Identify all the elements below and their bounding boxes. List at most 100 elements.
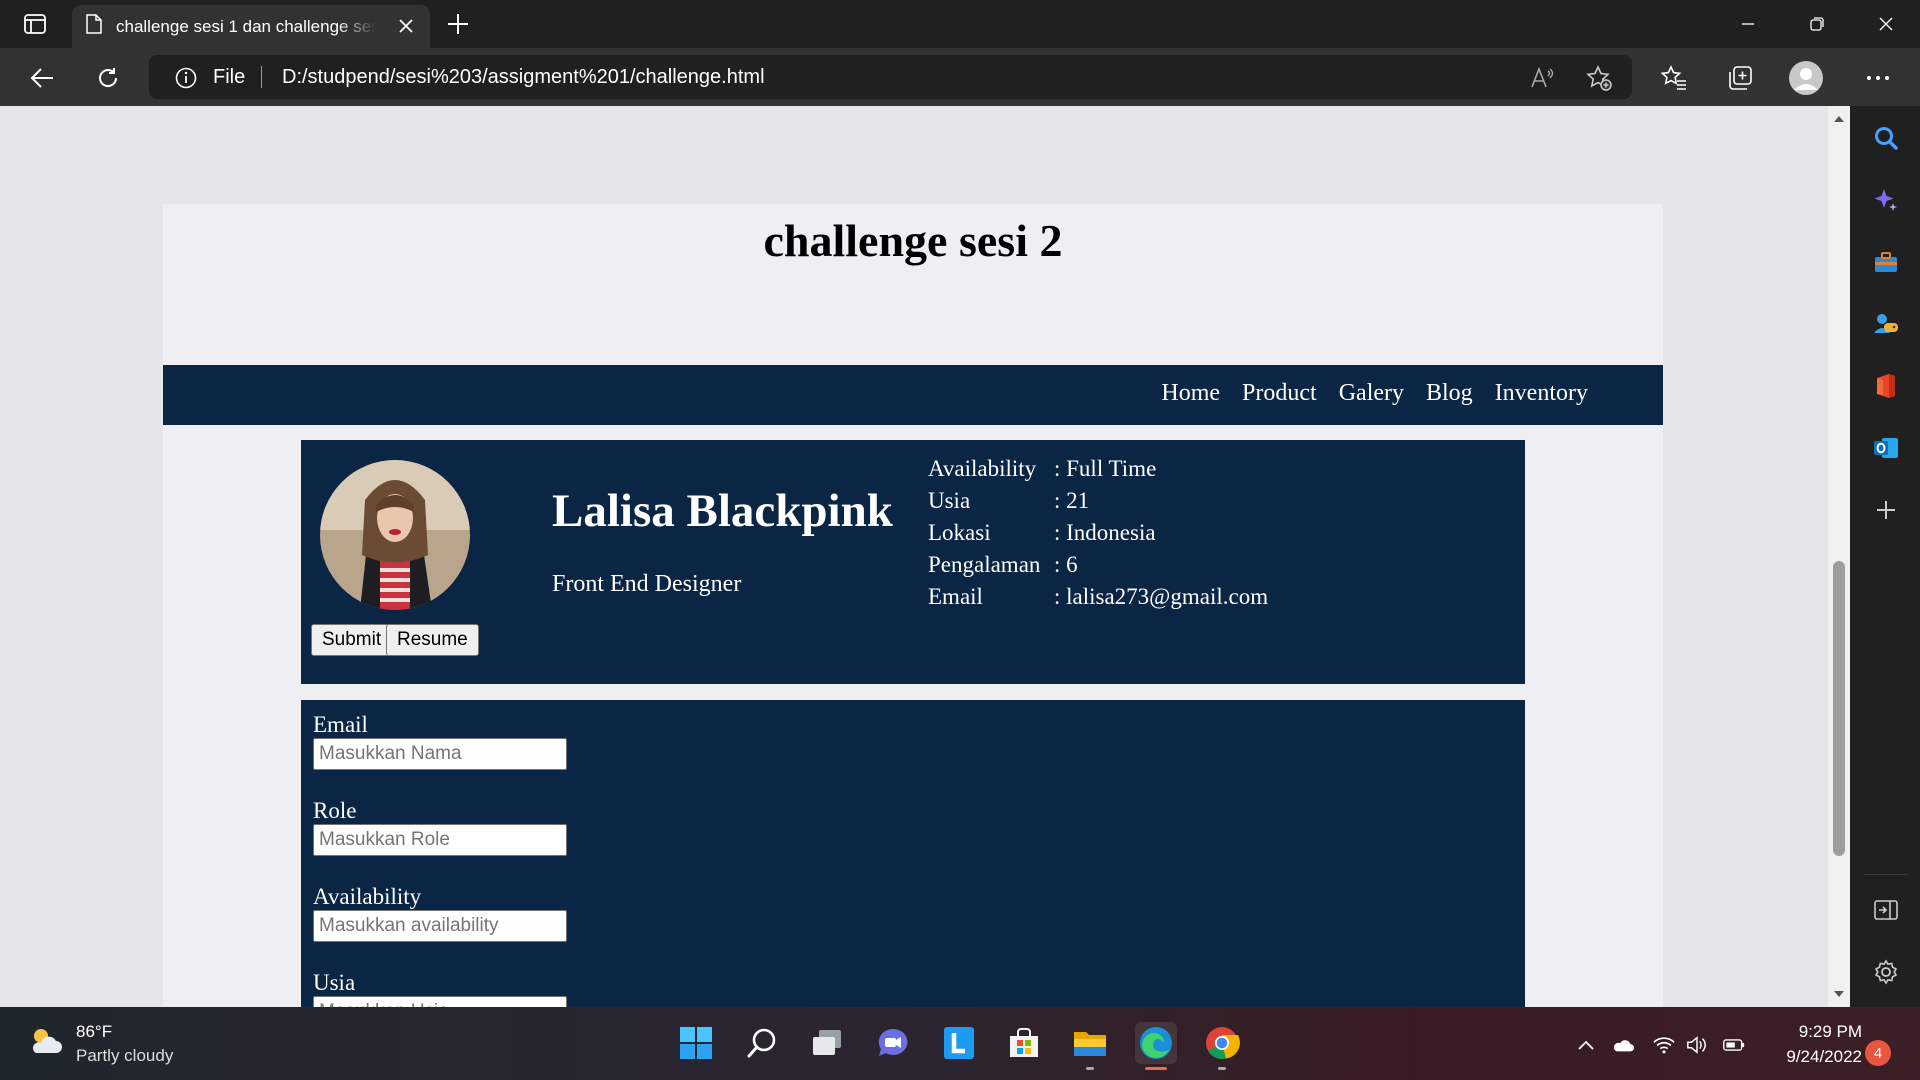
info-label: Usia <box>928 488 971 513</box>
running-indicator <box>1218 1067 1226 1070</box>
launcher-l-app-icon[interactable] <box>938 1022 980 1064</box>
info-value: : 21 <box>1054 488 1090 513</box>
browser-tab[interactable]: challenge sesi 1 dan challenge sesi 2 <box>72 5 430 48</box>
wifi-icon[interactable] <box>1653 1034 1675 1056</box>
form-card: Email Role Availability Usia <box>301 700 1525 1007</box>
settings-gear-icon[interactable] <box>1872 958 1900 986</box>
office-icon[interactable] <box>1872 372 1900 400</box>
microsoft-store-icon[interactable] <box>1003 1022 1045 1064</box>
clock-time[interactable]: 9:29 PM <box>1799 1022 1862 1042</box>
close-window-icon[interactable] <box>1851 0 1920 48</box>
collections-icon[interactable] <box>1722 60 1758 96</box>
address-bar[interactable]: File D:/studpend/sesi%203/assigment%201/… <box>149 55 1632 99</box>
info-value: : 6 <box>1054 552 1078 577</box>
edge-browser-icon[interactable] <box>1135 1022 1177 1070</box>
battery-icon[interactable] <box>1723 1034 1745 1056</box>
info-label: Pengalaman <box>928 552 1041 577</box>
minimize-icon[interactable] <box>1713 0 1782 48</box>
usia-field-group: Usia <box>313 970 567 1007</box>
new-tab-icon[interactable] <box>444 10 472 38</box>
info-label: Availability <box>928 456 1037 481</box>
usia-label: Usia <box>313 970 356 995</box>
discover-icon[interactable] <box>1872 186 1900 214</box>
weather-description: Partly cloudy <box>76 1046 174 1065</box>
nav-product[interactable]: Product <box>1242 380 1317 407</box>
games-icon[interactable] <box>1872 310 1900 338</box>
profile-role: Front End Designer <box>552 571 742 597</box>
scroll-down-icon[interactable] <box>1833 989 1845 999</box>
active-app-indicator <box>1145 1067 1167 1070</box>
notification-badge[interactable]: 4 <box>1865 1040 1891 1066</box>
address-url[interactable]: D:/studpend/sesi%203/assigment%201/chall… <box>282 66 765 89</box>
navbar: Home Product Galery Blog Inventory <box>163 365 1663 425</box>
clock-date[interactable]: 9/24/2022 <box>1786 1047 1862 1067</box>
restore-icon[interactable] <box>1782 0 1851 48</box>
running-indicator <box>1086 1067 1094 1070</box>
usia-field[interactable] <box>313 996 567 1007</box>
add-favorite-icon[interactable] <box>1584 63 1614 93</box>
profile-info-table: Availability: Full Time Usia: 21 Lokasi:… <box>928 454 1268 614</box>
scroll-up-icon[interactable] <box>1833 114 1845 124</box>
nav-home[interactable]: Home <box>1161 380 1220 407</box>
search-taskbar-icon[interactable] <box>741 1022 783 1064</box>
info-row: Usia : 21 <box>928 486 1268 518</box>
sidebar-divider <box>1864 874 1908 875</box>
role-field[interactable] <box>313 824 567 856</box>
availability-field-group: Availability <box>313 884 567 942</box>
info-label: Email <box>928 584 983 609</box>
teams-chat-icon[interactable] <box>872 1022 914 1064</box>
partly-cloudy-icon[interactable] <box>28 1025 64 1062</box>
more-options-icon[interactable] <box>1860 60 1896 96</box>
task-view-icon[interactable] <box>806 1022 848 1064</box>
browser-toolbar: File D:/studpend/sesi%203/assigment%201/… <box>0 48 1920 106</box>
vertical-scrollbar[interactable] <box>1828 106 1850 1007</box>
windows-taskbar: 86°F Partly cloudy 9:29 PM 9/24/2022 4 <box>0 1007 1920 1080</box>
availability-field[interactable] <box>313 910 567 942</box>
nav-blog[interactable]: Blog <box>1426 380 1473 407</box>
browser-tab-bar: challenge sesi 1 dan challenge sesi 2 <box>0 0 1920 48</box>
page-container: challenge sesi 2 Home Product Galery Blo… <box>163 204 1663 1007</box>
info-value: : Indonesia <box>1054 520 1156 545</box>
tab-title: challenge sesi 1 dan challenge sesi 2 <box>116 16 376 36</box>
edge-sidebar <box>1850 106 1920 1007</box>
tools-icon[interactable] <box>1872 248 1900 276</box>
chrome-browser-icon[interactable] <box>1201 1022 1243 1070</box>
submit-button[interactable]: Submit <box>311 624 393 656</box>
role-field-group: Role <box>313 798 567 856</box>
read-aloud-icon[interactable] <box>1527 63 1557 93</box>
start-windows-icon[interactable] <box>675 1022 717 1064</box>
show-hidden-icons-chevron-icon[interactable] <box>1575 1034 1597 1056</box>
info-value: : lalisa273@gmail.com <box>1054 584 1269 609</box>
email-field[interactable] <box>313 738 567 770</box>
email-field-group: Email <box>313 712 567 770</box>
file-explorer-icon[interactable] <box>1069 1022 1111 1070</box>
nav-inventory[interactable]: Inventory <box>1495 380 1588 407</box>
hide-sidebar-icon[interactable] <box>1872 896 1900 924</box>
availability-label: Availability <box>313 884 422 909</box>
info-row: Email : lalisa273@gmail.com <box>928 582 1268 614</box>
profile-card: Submit Resume Lalisa Blackpink Front End… <box>301 440 1525 684</box>
address-separator <box>261 66 262 88</box>
tab-actions-icon[interactable] <box>18 10 52 38</box>
scrollbar-thumb[interactable] <box>1833 561 1845 856</box>
outlook-icon[interactable] <box>1872 434 1900 462</box>
onedrive-cloud-icon[interactable] <box>1612 1034 1634 1056</box>
info-row: Pengalaman : 6 <box>928 550 1268 582</box>
add-sidebar-app-icon[interactable] <box>1872 496 1900 524</box>
profile-avatar-icon[interactable] <box>1788 60 1824 96</box>
info-row: Availability : Full Time <box>928 454 1268 486</box>
site-info-icon[interactable] <box>175 67 197 94</box>
refresh-icon[interactable] <box>90 60 126 96</box>
favorites-icon[interactable] <box>1656 60 1692 96</box>
search-icon[interactable] <box>1872 124 1900 152</box>
back-arrow-icon[interactable] <box>24 60 60 96</box>
address-scheme: File <box>213 66 246 88</box>
role-label: Role <box>313 798 357 823</box>
nav-galery[interactable]: Galery <box>1339 380 1404 407</box>
weather-temperature: 86°F <box>76 1022 113 1041</box>
page-viewport: challenge sesi 2 Home Product Galery Blo… <box>0 106 1831 1007</box>
volume-icon[interactable] <box>1686 1034 1708 1056</box>
resume-button[interactable]: Resume <box>386 624 479 656</box>
info-value: : Full Time <box>1054 456 1157 481</box>
close-tab-icon[interactable] <box>396 16 416 36</box>
